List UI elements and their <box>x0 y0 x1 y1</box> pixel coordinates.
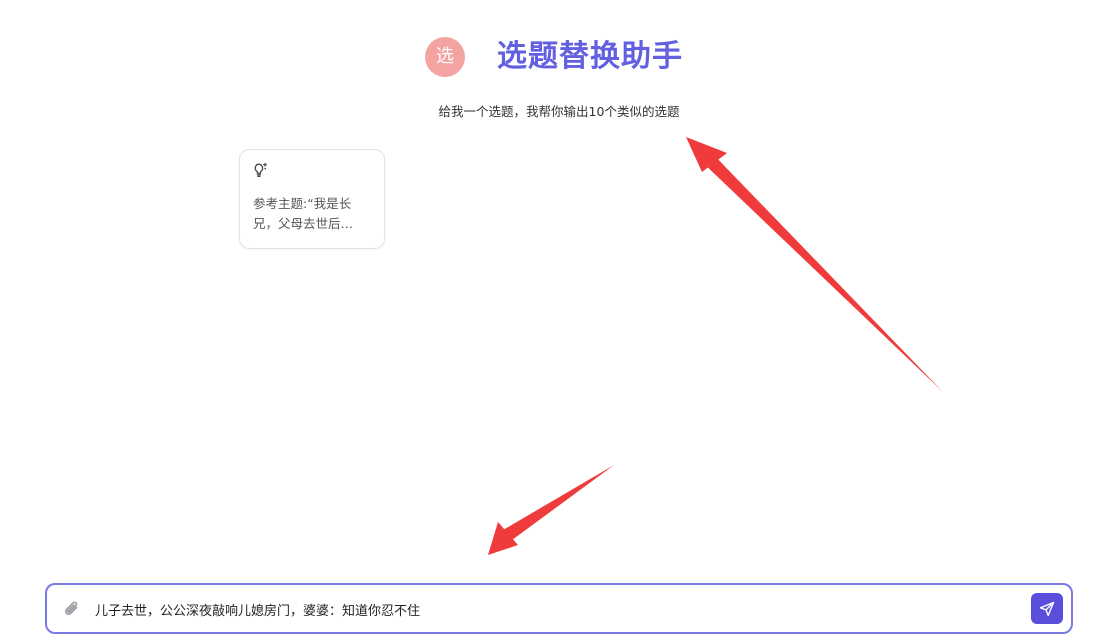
suggestion-text: 参考主题:“我是长兄，父母去世后… <box>253 196 354 231</box>
suggestion-card[interactable]: 参考主题:“我是长兄，父母去世后… <box>239 149 385 249</box>
chat-composer <box>45 583 1073 634</box>
send-icon <box>1039 601 1055 617</box>
assistant-avatar: 选 <box>425 37 465 77</box>
send-button[interactable] <box>1031 593 1063 624</box>
chat-input[interactable] <box>95 595 995 623</box>
annotation-arrows <box>488 137 943 555</box>
assistant-header: 选 选题替换助手 <box>0 36 1106 80</box>
assistant-description: 给我一个选题，我帮你输出10个类似的选题 <box>438 104 680 119</box>
paperclip-icon[interactable] <box>62 599 82 619</box>
app-page: 选 选题替换助手 给我一个选题，我帮你输出10个类似的选题 参考主题:“我是长兄… <box>0 0 1106 641</box>
assistant-title: 选题替换助手 <box>497 39 683 74</box>
annotation-arrow-up <box>686 137 943 392</box>
annotation-arrow-down <box>488 465 614 555</box>
lightbulb-sparkle-icon <box>254 162 268 178</box>
